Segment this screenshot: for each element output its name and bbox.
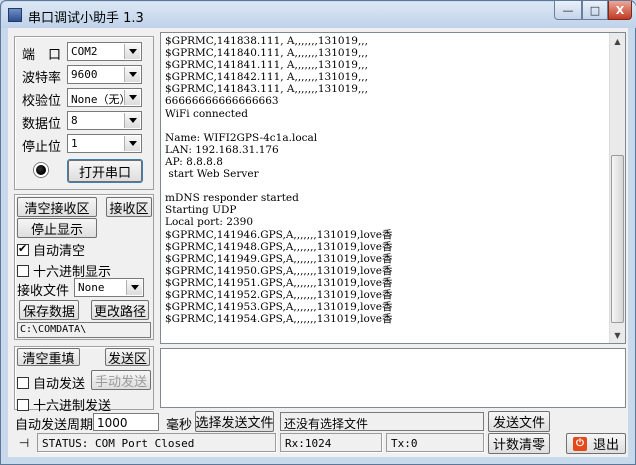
- file-status-field: 还没有选择文件: [280, 412, 484, 431]
- stopbits-value: 1: [71, 137, 78, 150]
- databits-select[interactable]: 8: [67, 111, 142, 130]
- select-file-button[interactable]: 选择发送文件: [195, 411, 274, 432]
- baud-value: 9600: [71, 68, 98, 81]
- databits-value: 8: [71, 114, 78, 127]
- change-path-button[interactable]: 更改路径: [91, 300, 149, 320]
- tx-counter: Tx:0: [386, 433, 484, 452]
- port-status-led-icon: [34, 163, 48, 177]
- receive-line: $GPRMC,141949.GPS,A,,,,,,,131019,love香: [165, 252, 393, 265]
- status-text: STATUS: COM Port Closed: [37, 433, 276, 452]
- chevron-down-icon[interactable]: [124, 67, 140, 82]
- checkbox-unchecked-icon[interactable]: [17, 398, 29, 411]
- close-icon: X: [615, 3, 625, 17]
- chevron-down-icon[interactable]: [124, 136, 140, 151]
- pin-icon: ⊣: [18, 436, 30, 450]
- ms-label: 毫秒: [166, 418, 193, 433]
- hex-send-label: 十六进制发送: [33, 399, 112, 414]
- minimize-icon: —: [562, 3, 574, 17]
- receive-line: AP: 8.8.8.8: [165, 155, 223, 168]
- checkbox-unchecked-icon[interactable]: [17, 376, 29, 389]
- recv-file-label: 接收文件: [17, 284, 70, 299]
- receive-content: $GPRMC,141838.111, A,,,,,,,131019,,, $GPR…: [165, 35, 393, 325]
- receive-line: LAN: 192.168.31.176: [165, 143, 279, 156]
- period-label: 自动发送周期: [15, 418, 94, 433]
- recv-file-select[interactable]: None: [74, 278, 144, 297]
- maximize-button[interactable]: □: [582, 1, 608, 20]
- databits-label: 数据位: [22, 117, 62, 132]
- manual-send-button[interactable]: 手动发送: [91, 370, 151, 390]
- minimize-button[interactable]: —: [554, 1, 582, 20]
- receive-line: $GPRMC,141954.GPS,A,,,,,,,131019,love香: [165, 313, 393, 326]
- port-label: 端 口: [22, 48, 62, 63]
- receive-scrollbar[interactable]: ▲ ▼: [609, 33, 625, 343]
- reset-count-button[interactable]: 计数清零: [488, 433, 550, 454]
- parity-label: 校验位: [22, 94, 62, 109]
- save-path-field[interactable]: C:\COMDATA\: [17, 322, 151, 338]
- scroll-down-arrow-icon[interactable]: ▼: [610, 327, 625, 343]
- receive-line: Name: WIFI2GPS-4c1a.local: [165, 131, 318, 144]
- recv-file-value: None: [78, 281, 105, 294]
- receive-line: $GPRMC,141838.111, A,,,,,,,131019,,,: [165, 35, 368, 47]
- receive-line: $GPRMC,141950.GPS,A,,,,,,,131019,love香: [165, 264, 393, 277]
- receive-line: mDNS responder started: [165, 192, 299, 205]
- rx-counter: Rx:1024: [280, 433, 382, 452]
- period-input[interactable]: 1000: [93, 413, 159, 431]
- scroll-up-arrow-icon[interactable]: ▲: [610, 33, 625, 49]
- receive-line: WiFi connected: [165, 107, 248, 120]
- parity-select[interactable]: None（无）: [67, 88, 142, 107]
- title-bar[interactable]: 串口调试小助手 1.3: [2, 2, 636, 28]
- receive-line: $GPRMC,141841.111, A,,,,,,,131019,,,: [165, 59, 368, 72]
- receive-textarea[interactable]: $GPRMC,141838.111, A,,,,,,,131019,,, $GPR…: [160, 32, 626, 344]
- open-port-button[interactable]: 打开串口: [68, 160, 142, 182]
- receive-line: $GPRMC,141952.GPS,A,,,,,,,131019,love香: [165, 288, 393, 301]
- stopbits-label: 停止位: [22, 140, 62, 155]
- receive-line: 66666666666666663: [165, 95, 279, 108]
- receive-area-button[interactable]: 接收区: [106, 197, 152, 217]
- receive-line: $GPRMC,141840.111, A,,,,,,,131019,,,: [165, 47, 368, 60]
- app-icon: [8, 8, 22, 22]
- receive-line: $GPRMC,141951.GPS,A,,,,,,,131019,love香: [165, 276, 393, 289]
- close-button[interactable]: X: [608, 1, 632, 20]
- stopbits-select[interactable]: 1: [67, 134, 142, 153]
- baud-select[interactable]: 9600: [67, 65, 142, 84]
- send-file-button[interactable]: 发送文件: [488, 411, 550, 432]
- save-data-button[interactable]: 保存数据: [19, 300, 79, 320]
- receive-line: Starting UDP: [165, 204, 237, 217]
- receive-line: $GPRMC,141843.111, A,,,,,,,131019,,,: [165, 83, 368, 96]
- send-area-button[interactable]: 发送区: [105, 348, 150, 367]
- receive-line: [165, 180, 393, 192]
- power-icon: ⏻: [572, 436, 587, 451]
- auto-clear-checkbox[interactable]: 自动清空: [17, 240, 85, 259]
- scroll-thumb[interactable]: [611, 155, 624, 323]
- baud-label: 波特率: [22, 71, 62, 86]
- checkbox-checked-icon[interactable]: [17, 242, 29, 256]
- stop-display-button[interactable]: 停止显示: [17, 218, 97, 238]
- port-value: COM2: [71, 45, 98, 58]
- receive-line: $GPRMC,141946.GPS,A,,,,,,,131019,love香: [165, 228, 393, 241]
- auto-send-label: 自动发送: [33, 377, 86, 392]
- chevron-down-icon[interactable]: [126, 280, 142, 295]
- maximize-icon: □: [589, 3, 601, 17]
- receive-line: $GPRMC,141953.GPS,A,,,,,,,131019,love香: [165, 301, 393, 314]
- clear-receive-button[interactable]: 清空接收区: [17, 197, 97, 217]
- receive-line: Local port: 2390: [165, 216, 254, 229]
- receive-line: $GPRMC,141842.111, A,,,,,,,131019,,,: [165, 71, 368, 84]
- chevron-down-icon[interactable]: [124, 44, 140, 59]
- receive-line: [165, 120, 393, 132]
- clear-resend-button[interactable]: 清空重填: [17, 348, 80, 367]
- send-textarea[interactable]: [160, 348, 626, 408]
- exit-label: 退出: [592, 438, 619, 453]
- checkbox-unchecked-icon[interactable]: [17, 264, 29, 277]
- receive-line: start Web Server: [165, 168, 259, 181]
- exit-button[interactable]: ⏻ 退出: [566, 433, 626, 454]
- receive-line: $GPRMC,141948.GPS,A,,,,,,,131019,love香: [165, 240, 393, 253]
- chevron-down-icon[interactable]: [124, 90, 140, 105]
- chevron-down-icon[interactable]: [124, 113, 140, 128]
- parity-value: None（无）: [71, 93, 131, 106]
- auto-send-checkbox[interactable]: 自动发送: [17, 373, 85, 392]
- port-select[interactable]: COM2: [67, 42, 142, 61]
- window-title: 串口调试小助手 1.3: [28, 11, 144, 26]
- auto-clear-label: 自动清空: [33, 244, 86, 259]
- hex-send-checkbox[interactable]: 十六进制发送: [17, 395, 111, 414]
